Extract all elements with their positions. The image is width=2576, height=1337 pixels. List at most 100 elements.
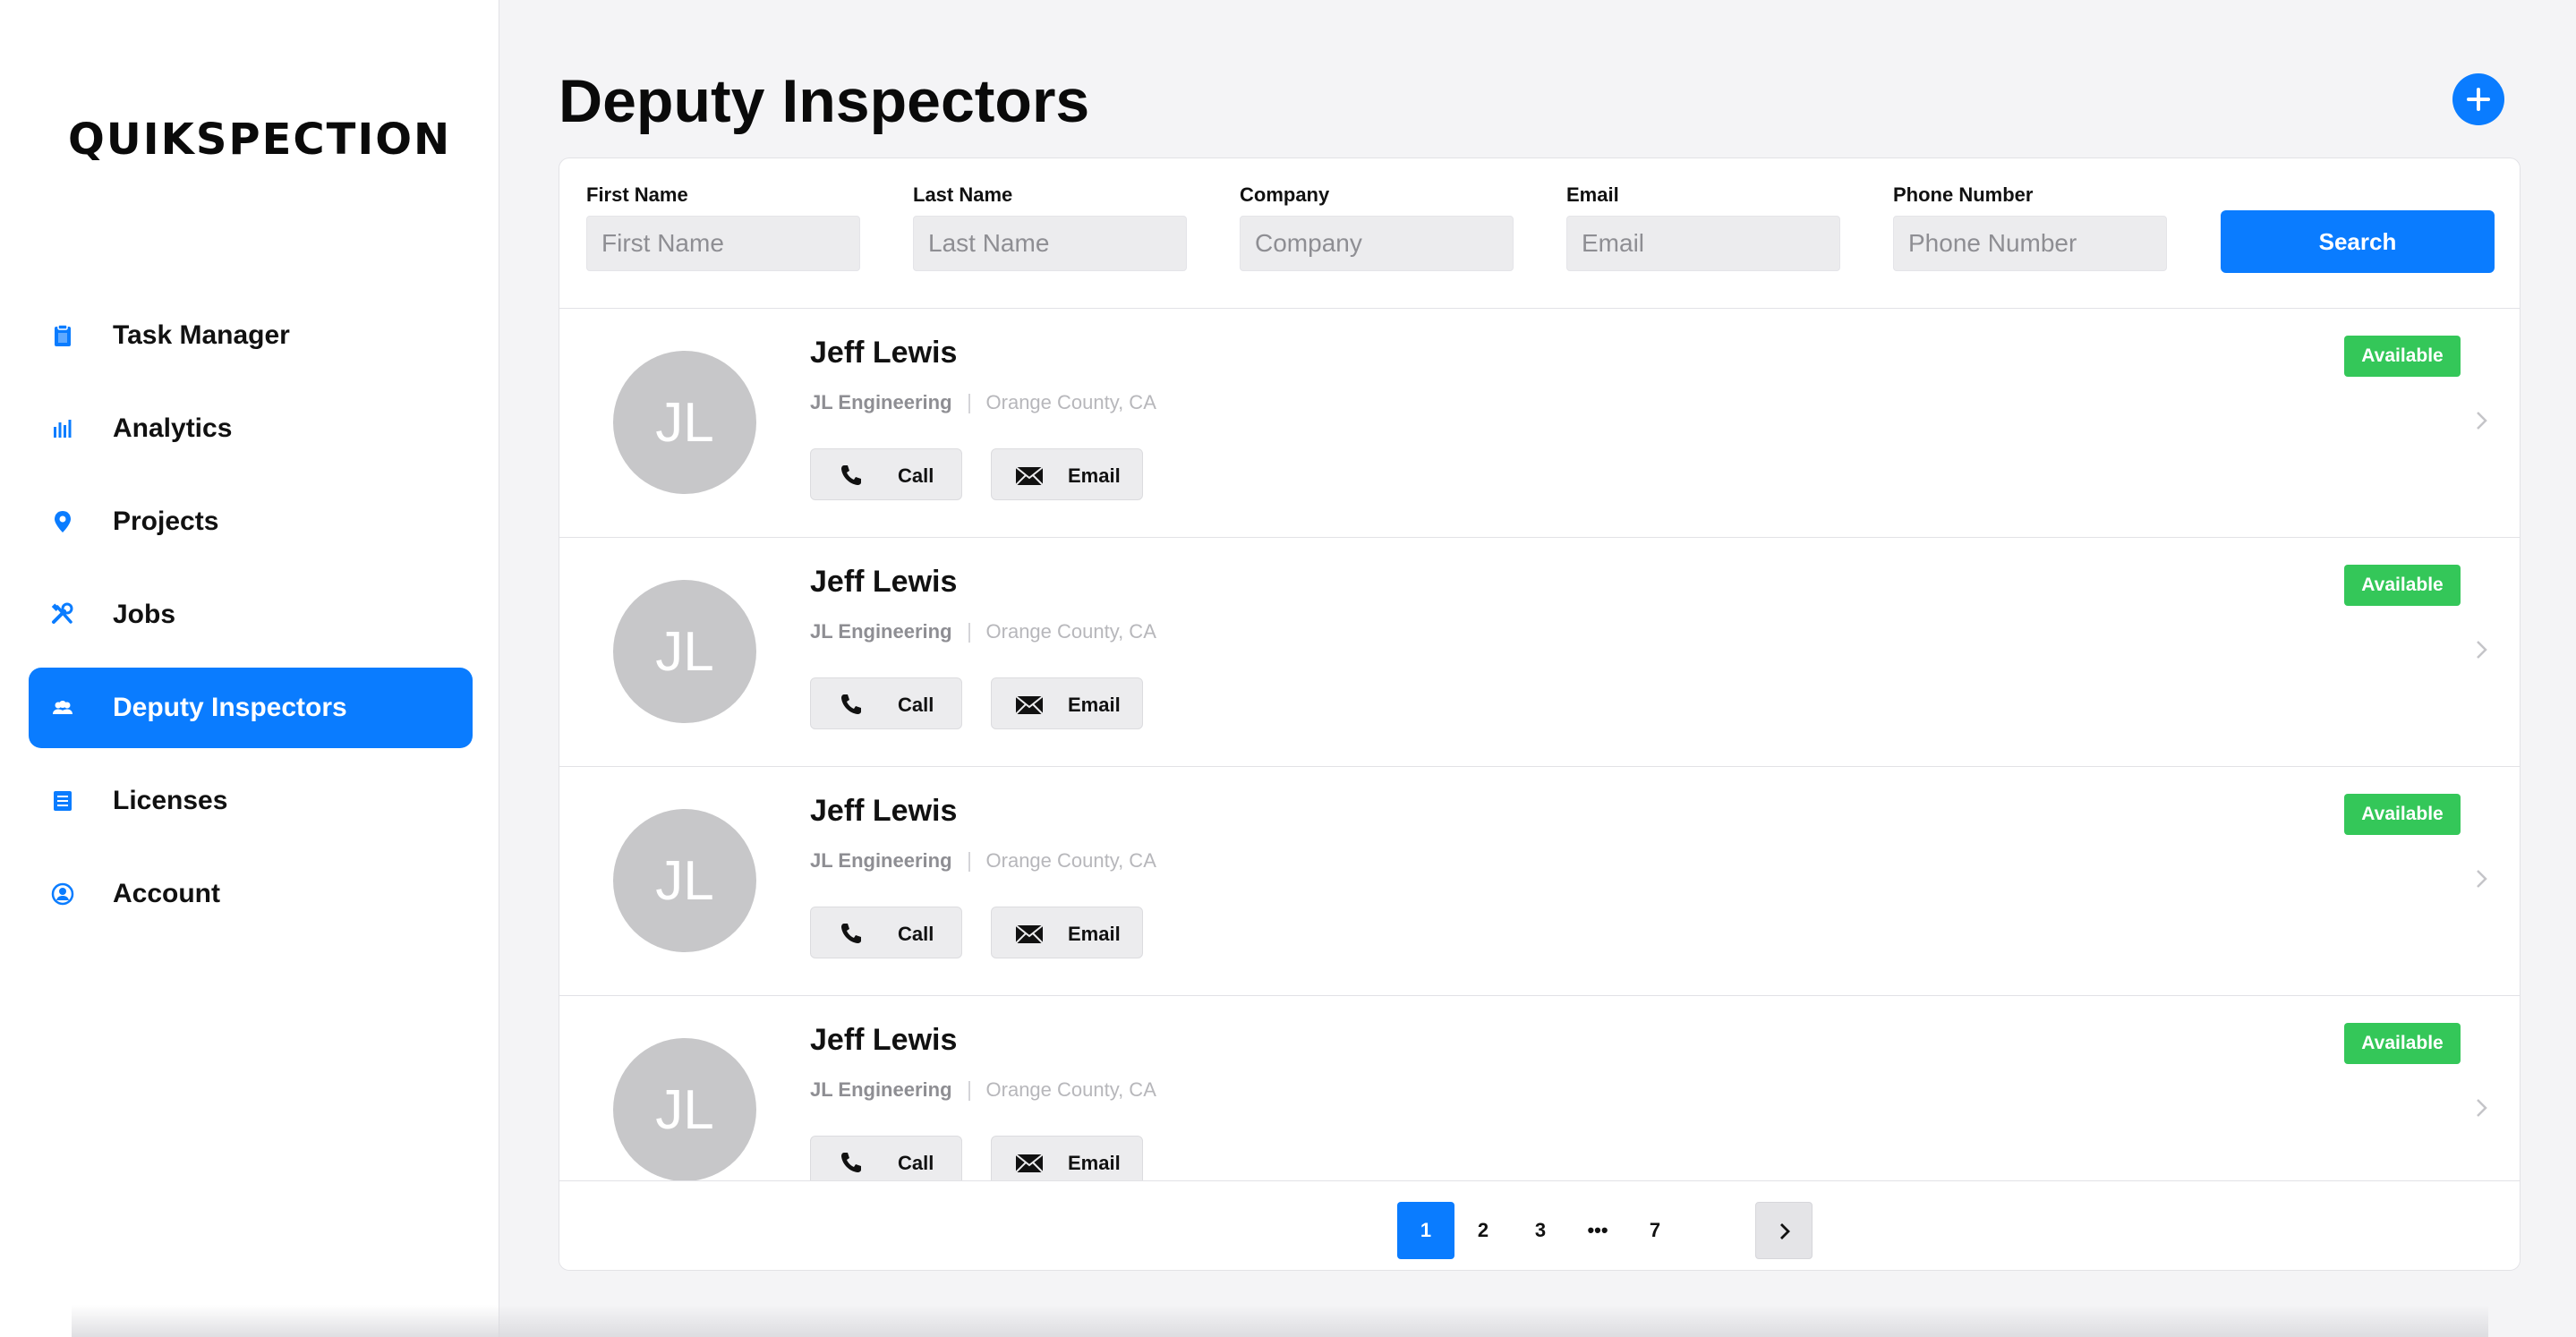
bar-chart-icon [54, 420, 72, 438]
sidebar-item-analytics[interactable]: Analytics [29, 388, 473, 469]
email-button[interactable]: Email [991, 1136, 1143, 1180]
inspector-company: JL Engineering [810, 391, 952, 413]
chevron-right-icon [2477, 870, 2487, 888]
inspector-location: Orange County, CA [985, 620, 1156, 643]
call-button[interactable]: Call [810, 448, 962, 500]
sidebar-item-projects[interactable]: Projects [29, 481, 473, 562]
clipboard-icon [55, 324, 71, 346]
envelope-icon [1015, 695, 1044, 715]
sidebar-item-deputy-inspectors[interactable]: Deputy Inspectors [29, 668, 473, 748]
email-label: Email [1068, 1152, 1121, 1174]
email-button[interactable]: Email [991, 448, 1143, 500]
inspector-name: Jeff Lewis [810, 1023, 958, 1057]
inspector-company: JL Engineering [810, 1078, 952, 1101]
sidebar-item-account[interactable]: Account [29, 854, 473, 934]
email-label: Email [1566, 183, 1619, 206]
avatar: JL [613, 809, 756, 952]
avatar: JL [613, 351, 756, 494]
email-button[interactable]: Email [991, 907, 1143, 958]
add-inspector-button[interactable] [2452, 73, 2504, 125]
bottom-shadow [72, 1305, 2488, 1337]
page-ellipsis: ••• [1587, 1219, 1608, 1241]
search-button[interactable]: Search [2221, 210, 2495, 273]
divider [968, 1081, 970, 1102]
divider [968, 623, 970, 643]
email-label: Email [1068, 464, 1121, 487]
page-button-2[interactable]: 2 [1454, 1202, 1512, 1259]
inspector-location: Orange County, CA [985, 1078, 1156, 1101]
status-badge: Available [2344, 794, 2461, 835]
sidebar-item-label: Deputy Inspectors [113, 693, 347, 722]
inspector-company: JL Engineering [810, 849, 952, 872]
tools-icon [51, 602, 73, 624]
company-filter: Company [1240, 183, 1514, 271]
inspector-name: Jeff Lewis [810, 336, 958, 370]
first-name-label: First Name [586, 183, 688, 206]
email-button[interactable]: Email [991, 677, 1143, 729]
inspector-name: Jeff Lewis [810, 794, 958, 828]
last-name-label: Last Name [913, 183, 1013, 206]
envelope-icon [1015, 1154, 1044, 1173]
inspector-meta: JL Engineering Orange County, CA [810, 391, 1156, 414]
inspector-meta: JL Engineering Orange County, CA [810, 1078, 1156, 1102]
inspector-meta: JL Engineering Orange County, CA [810, 849, 1156, 873]
sidebar: QUIKSPECTION Task Manager Analytics Proj… [0, 0, 499, 1337]
page-button-7[interactable]: 7 [1626, 1202, 1684, 1259]
divider [968, 852, 970, 873]
first-name-input[interactable] [586, 216, 860, 271]
inspector-location: Orange County, CA [985, 849, 1156, 872]
call-button[interactable]: Call [810, 907, 962, 958]
inspector-row[interactable]: JL Jeff Lewis JL Engineering Orange Count… [559, 309, 2520, 538]
phone-icon [841, 465, 861, 485]
inspector-meta: JL Engineering Orange County, CA [810, 620, 1156, 643]
next-page-button[interactable] [1755, 1202, 1813, 1259]
page-button-3[interactable]: 3 [1512, 1202, 1569, 1259]
call-button[interactable]: Call [810, 1136, 962, 1180]
avatar: JL [613, 1038, 756, 1180]
first-name-filter: First Name [586, 183, 860, 271]
last-name-filter: Last Name [913, 183, 1187, 271]
page-title: Deputy Inspectors [559, 67, 1090, 135]
phone-icon [841, 694, 861, 714]
inspector-row[interactable]: JL Jeff Lewis JL Engineering Orange Count… [559, 767, 2520, 996]
inspectors-panel: First Name Last Name Company Email Phone… [559, 158, 2521, 1271]
divider [968, 394, 970, 414]
people-icon [53, 701, 73, 714]
sidebar-item-label: Analytics [113, 413, 233, 443]
page-button-1[interactable]: 1 [1397, 1202, 1454, 1259]
inspector-row[interactable]: JL Jeff Lewis JL Engineering Orange Count… [559, 538, 2520, 767]
chevron-right-icon [2477, 412, 2487, 430]
inspector-list: JL Jeff Lewis JL Engineering Orange Count… [559, 309, 2520, 1180]
call-label: Call [898, 694, 934, 716]
phone-filter: Phone Number [1893, 183, 2167, 271]
chevron-right-icon [1780, 1223, 1790, 1239]
email-input[interactable] [1566, 216, 1840, 271]
chevron-right-icon [2477, 641, 2487, 659]
company-label: Company [1240, 183, 1330, 206]
inspector-name: Jeff Lewis [810, 565, 958, 599]
filter-bar: First Name Last Name Company Email Phone… [559, 158, 2520, 309]
phone-icon [841, 1153, 861, 1172]
sidebar-item-task-manager[interactable]: Task Manager [29, 295, 473, 376]
sidebar-item-jobs[interactable]: Jobs [29, 575, 473, 655]
avatar: JL [613, 580, 756, 723]
inspector-row[interactable]: JL Jeff Lewis JL Engineering Orange Count… [559, 996, 2520, 1180]
map-pin-icon [55, 511, 71, 532]
user-circle-icon [51, 882, 74, 906]
pagination: 1 2 3 ••• 7 [559, 1180, 2520, 1270]
status-badge: Available [2344, 1023, 2461, 1064]
envelope-icon [1015, 466, 1044, 486]
app-logo: QUIKSPECTION [68, 115, 452, 165]
sidebar-item-label: Projects [113, 507, 219, 536]
phone-input[interactable] [1893, 216, 2167, 271]
sidebar-item-licenses[interactable]: Licenses [29, 761, 473, 841]
call-label: Call [898, 1152, 934, 1174]
phone-label: Phone Number [1893, 183, 2034, 206]
call-button[interactable]: Call [810, 677, 962, 729]
last-name-input[interactable] [913, 216, 1187, 271]
call-label: Call [898, 464, 934, 487]
phone-icon [841, 924, 861, 943]
company-input[interactable] [1240, 216, 1514, 271]
document-list-icon [54, 791, 72, 811]
call-label: Call [898, 923, 934, 945]
